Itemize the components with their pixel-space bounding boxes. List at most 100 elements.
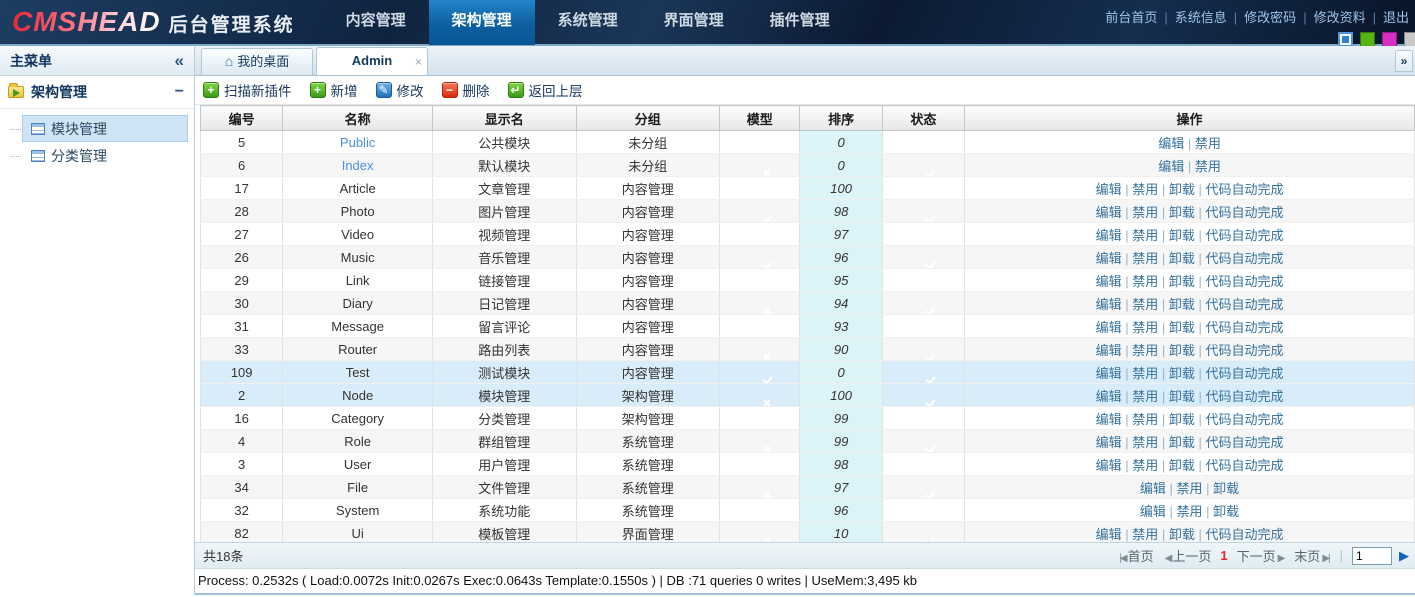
toolbar-button-删除[interactable]: −删除 [442,80,490,100]
op-link-编辑[interactable]: 编辑 [1140,504,1166,519]
toolbar-button-扫描新插件[interactable]: +扫描新插件 [203,80,292,100]
op-link-卸载[interactable]: 卸载 [1169,297,1195,312]
op-link-禁用[interactable]: 禁用 [1132,182,1158,197]
op-link-代码自动完成[interactable]: 代码自动完成 [1205,343,1283,358]
op-link-禁用[interactable]: 禁用 [1132,366,1158,381]
op-link-禁用[interactable]: 禁用 [1132,412,1158,427]
op-link-禁用[interactable]: 禁用 [1132,435,1158,450]
sidebar-item-模块管理[interactable]: 模块管理 [22,115,188,142]
last-page-button[interactable]: 末页▶| [1294,546,1330,565]
op-link-代码自动完成[interactable]: 代码自动完成 [1205,412,1283,427]
op-link-卸载[interactable]: 卸载 [1213,481,1239,496]
op-link-卸载[interactable]: 卸载 [1169,527,1195,542]
op-link-禁用[interactable]: 禁用 [1195,136,1221,151]
op-link-禁用[interactable]: 禁用 [1132,527,1158,542]
sidebar-section-jiagou[interactable]: 架构管理 − [0,76,194,109]
op-link-代码自动完成[interactable]: 代码自动完成 [1205,182,1283,197]
sidebar-item-分类管理[interactable]: 分类管理 [22,142,188,169]
op-link-编辑[interactable]: 编辑 [1140,481,1166,496]
close-icon[interactable]: × [415,49,422,75]
op-link-禁用[interactable]: 禁用 [1132,251,1158,266]
op-link-卸载[interactable]: 卸载 [1169,458,1195,473]
op-link-编辑[interactable]: 编辑 [1096,435,1122,450]
nav-item-架构管理[interactable]: 架构管理 [429,0,535,45]
op-link-禁用[interactable]: 禁用 [1177,504,1203,519]
op-link-代码自动完成[interactable]: 代码自动完成 [1205,458,1283,473]
op-link-编辑[interactable]: 编辑 [1096,389,1122,404]
top-link-前台首页[interactable]: 前台首页 [1105,10,1157,25]
op-link-禁用[interactable]: 禁用 [1132,205,1158,220]
op-link-禁用[interactable]: 禁用 [1132,297,1158,312]
module-name-link[interactable]: Index [342,158,374,173]
top-link-修改密码[interactable]: 修改密码 [1244,10,1296,25]
nav-item-内容管理[interactable]: 内容管理 [323,0,429,45]
op-link-代码自动完成[interactable]: 代码自动完成 [1205,205,1283,220]
first-page-button[interactable]: |◀首页 [1117,546,1153,565]
op-link-编辑[interactable]: 编辑 [1096,251,1122,266]
op-link-卸载[interactable]: 卸载 [1169,251,1195,266]
op-link-代码自动完成[interactable]: 代码自动完成 [1205,251,1283,266]
op-link-卸载[interactable]: 卸载 [1169,182,1195,197]
op-link-编辑[interactable]: 编辑 [1096,297,1122,312]
op-link-编辑[interactable]: 编辑 [1158,136,1184,151]
top-link-退出[interactable]: 退出 [1383,10,1409,25]
op-link-编辑[interactable]: 编辑 [1096,366,1122,381]
section-collapse-icon[interactable]: − [175,83,184,101]
op-link-编辑[interactable]: 编辑 [1096,343,1122,358]
nav-item-系统管理[interactable]: 系统管理 [535,0,641,45]
next-page-button[interactable]: 下一页▶ [1237,546,1286,565]
toolbar-button-修改[interactable]: ✎修改 [376,80,424,100]
op-link-禁用[interactable]: 禁用 [1177,481,1203,496]
op-link-代码自动完成[interactable]: 代码自动完成 [1205,320,1283,335]
op-link-编辑[interactable]: 编辑 [1096,228,1122,243]
prev-page-button[interactable]: ◀上一页 [1163,546,1212,565]
op-link-编辑[interactable]: 编辑 [1096,527,1122,542]
op-link-编辑[interactable]: 编辑 [1096,412,1122,427]
op-link-编辑[interactable]: 编辑 [1096,320,1122,335]
op-link-代码自动完成[interactable]: 代码自动完成 [1205,389,1283,404]
op-link-卸载[interactable]: 卸载 [1213,504,1239,519]
op-link-代码自动完成[interactable]: 代码自动完成 [1205,274,1283,289]
op-link-禁用[interactable]: 禁用 [1132,343,1158,358]
toolbar-button-返回上层[interactable]: ↵返回上层 [508,80,583,100]
nav-item-插件管理[interactable]: 插件管理 [747,0,853,45]
toolbar-button-新增[interactable]: +新增 [310,80,358,100]
module-name-link[interactable]: Public [340,135,375,150]
op-link-代码自动完成[interactable]: 代码自动完成 [1205,228,1283,243]
top-link-修改资料[interactable]: 修改资料 [1314,10,1366,25]
tab-Admin[interactable]: Admin× [316,47,428,75]
op-link-禁用[interactable]: 禁用 [1132,228,1158,243]
op-link-卸载[interactable]: 卸载 [1169,228,1195,243]
theme-green-swatch[interactable] [1360,32,1375,47]
theme-blue-swatch[interactable] [1338,32,1353,47]
op-link-卸载[interactable]: 卸载 [1169,205,1195,220]
theme-magenta-swatch[interactable] [1382,32,1397,47]
op-link-编辑[interactable]: 编辑 [1096,458,1122,473]
theme-gray-swatch[interactable] [1404,32,1415,47]
page-number-input[interactable] [1352,547,1392,565]
op-link-禁用[interactable]: 禁用 [1132,274,1158,289]
op-link-编辑[interactable]: 编辑 [1096,274,1122,289]
op-link-代码自动完成[interactable]: 代码自动完成 [1205,527,1283,542]
op-link-卸载[interactable]: 卸载 [1169,435,1195,450]
op-link-禁用[interactable]: 禁用 [1195,159,1221,174]
op-link-卸载[interactable]: 卸载 [1169,274,1195,289]
op-link-卸载[interactable]: 卸载 [1169,389,1195,404]
go-to-page-button[interactable]: ▶ [1399,548,1409,564]
op-link-卸载[interactable]: 卸载 [1169,366,1195,381]
op-link-编辑[interactable]: 编辑 [1096,182,1122,197]
nav-item-界面管理[interactable]: 界面管理 [641,0,747,45]
op-link-卸载[interactable]: 卸载 [1169,320,1195,335]
top-link-系统信息[interactable]: 系统信息 [1175,10,1227,25]
tab-scroll-button[interactable]: » [1395,50,1413,72]
op-link-编辑[interactable]: 编辑 [1158,159,1184,174]
tab-我的桌面[interactable]: ⌂我的桌面 [201,48,313,75]
op-link-代码自动完成[interactable]: 代码自动完成 [1205,297,1283,312]
op-link-卸载[interactable]: 卸载 [1169,412,1195,427]
op-link-禁用[interactable]: 禁用 [1132,389,1158,404]
op-link-禁用[interactable]: 禁用 [1132,320,1158,335]
op-link-卸载[interactable]: 卸载 [1169,343,1195,358]
op-link-编辑[interactable]: 编辑 [1096,205,1122,220]
sidebar-collapse-icon[interactable]: « [175,52,184,69]
op-link-代码自动完成[interactable]: 代码自动完成 [1205,366,1283,381]
